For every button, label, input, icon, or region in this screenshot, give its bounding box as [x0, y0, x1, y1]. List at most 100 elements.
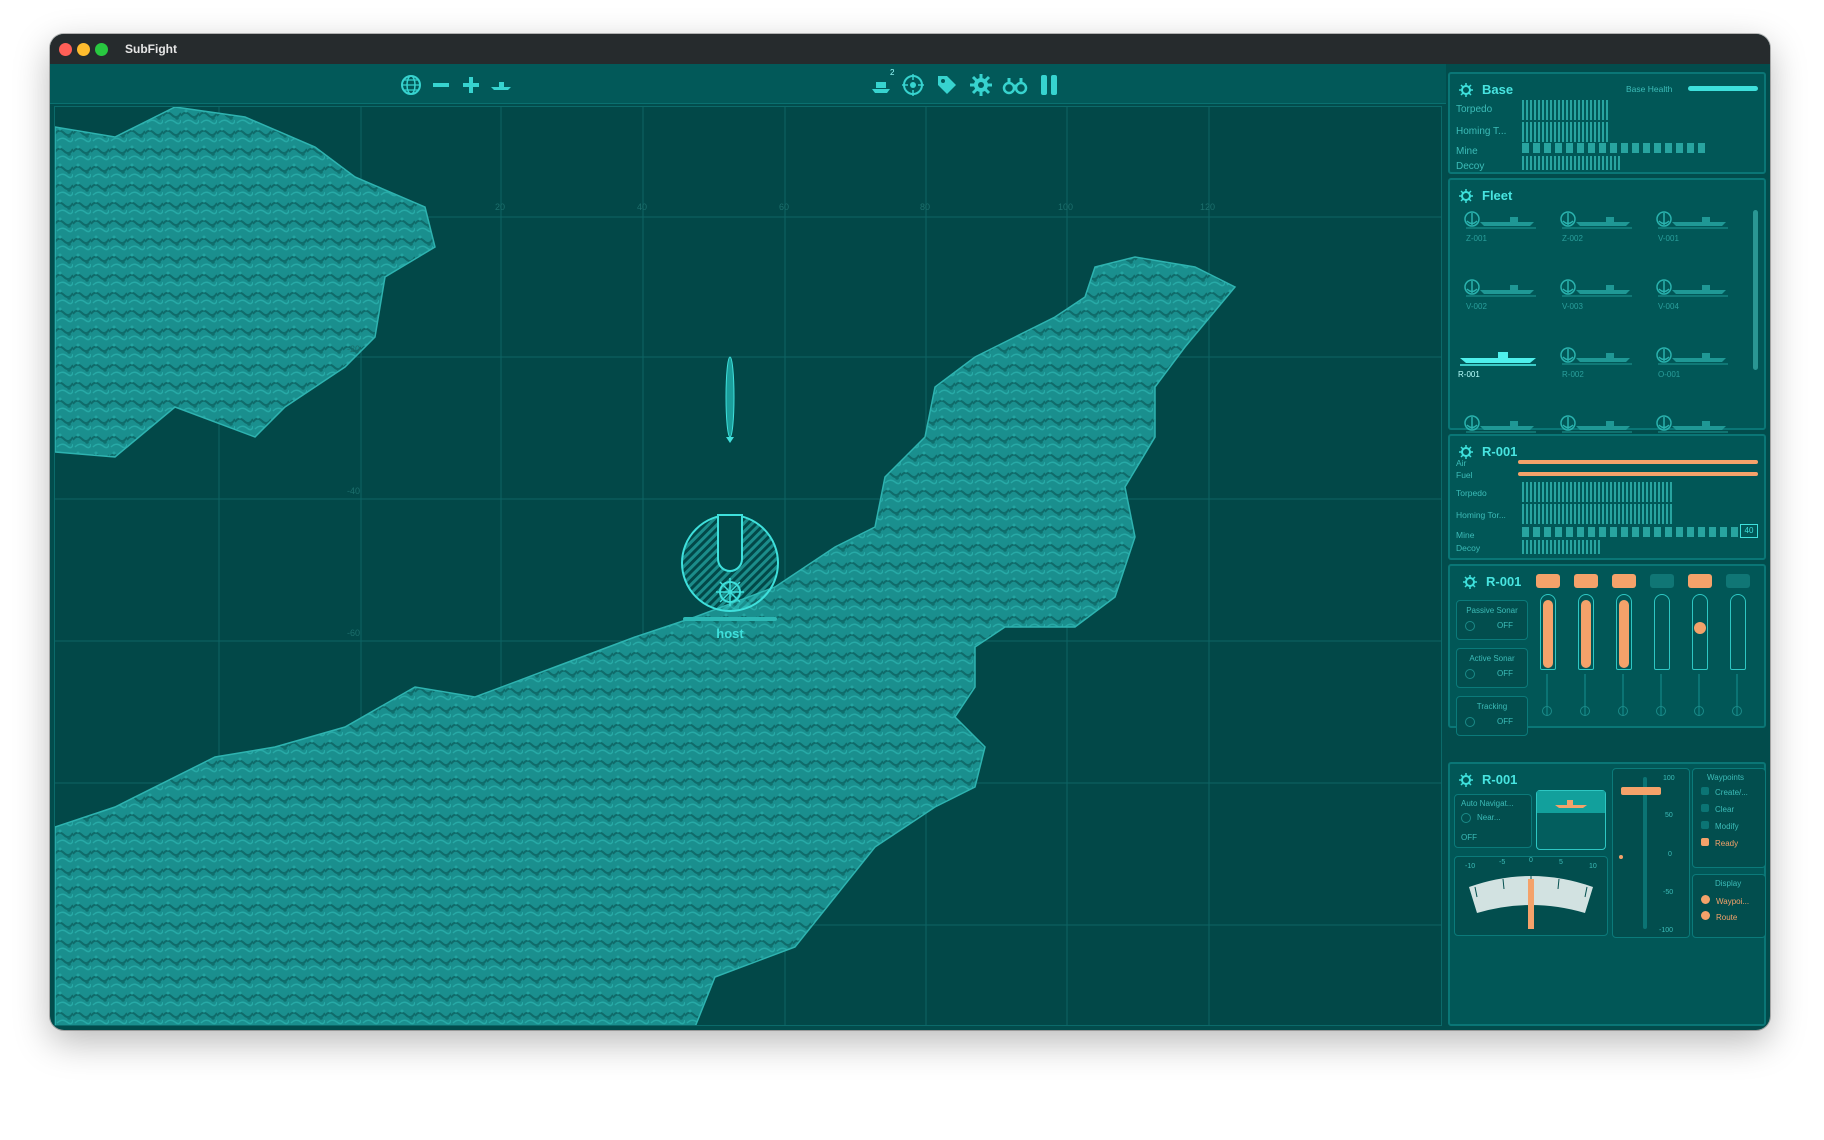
navigation-panel: R-001 Auto Navigat... Near... OFF -10 -5… — [1448, 762, 1766, 1026]
zoom-in-icon[interactable] — [458, 72, 484, 98]
lon-label: 80 — [920, 202, 930, 212]
torpedo-stock — [1522, 482, 1674, 502]
fleet-ship-label: R-002 — [1562, 370, 1584, 379]
row-label: Mine — [1456, 530, 1475, 540]
binoculars-icon[interactable] — [1002, 72, 1028, 98]
lon-label: 20 — [495, 202, 505, 212]
submarine-icon[interactable] — [488, 72, 514, 98]
depth-control[interactable]: 100 50 0 -50 -100 — [1612, 768, 1690, 938]
landmass-northwest — [55, 107, 436, 458]
torpedo-stock — [1522, 100, 1610, 120]
tactical-map[interactable]: 20 40 60 80 100 120 -20 -40 -60 host — [54, 106, 1442, 1026]
fuel-bar — [1518, 472, 1758, 476]
enemy-submarine-marker — [725, 356, 735, 443]
minimize-button[interactable] — [77, 43, 90, 56]
lon-label: 100 — [1058, 202, 1073, 212]
gear-icon[interactable] — [1462, 574, 1478, 590]
terrain-map: 20 40 60 80 100 120 -20 -40 -60 host — [55, 107, 1441, 1025]
row-label: Decoy — [1456, 161, 1485, 172]
torpedo-tube[interactable] — [1724, 574, 1752, 724]
decoy-stock — [1522, 156, 1620, 170]
row-label: Homing Tor... — [1456, 510, 1506, 520]
fleet-ship-label: V-001 — [1658, 234, 1679, 243]
homing-torpedo-stock — [1522, 504, 1674, 524]
launch-icon — [1612, 574, 1636, 588]
mine-count: 40 — [1740, 524, 1758, 538]
passive-sonar-control[interactable]: Passive Sonar OFF — [1456, 600, 1528, 640]
fleet-ship[interactable]: V-001 — [1650, 208, 1732, 258]
fleet-ship[interactable]: V-003 — [1554, 276, 1636, 326]
fleet-scrollbar[interactable] — [1753, 210, 1758, 370]
display-option[interactable]: Route — [1701, 911, 1737, 925]
weapons-panel: R-001 Passive Sonar OFF Active Sonar OFF… — [1448, 564, 1766, 736]
display-option[interactable]: Waypoi... — [1701, 895, 1749, 909]
fleet-ship-label: V-002 — [1466, 302, 1487, 311]
gear-icon[interactable] — [1458, 82, 1474, 98]
waypoints-box: Waypoints Create/... Clear Modify Ready — [1692, 768, 1766, 868]
globe-icon[interactable] — [398, 72, 424, 98]
base-health-label: Base Health — [1626, 84, 1673, 94]
waypoint-option[interactable]: Ready — [1701, 838, 1738, 852]
status-panel: R-001 Air Fuel Torpedo Homing Tor... Min… — [1448, 434, 1766, 560]
fleet-ship[interactable]: O-001 — [1650, 344, 1732, 394]
depth-preview — [1536, 790, 1606, 850]
mine-stock — [1522, 527, 1738, 537]
launch-icon — [1688, 574, 1712, 588]
auto-navigation-control[interactable]: Auto Navigat... Near... OFF — [1454, 794, 1532, 848]
zoom-out-icon[interactable] — [428, 72, 454, 98]
gear-icon[interactable] — [1458, 188, 1474, 204]
row-label: Torpedo — [1456, 104, 1493, 115]
rudder-gauge[interactable]: -10 -5 0 5 10 — [1454, 856, 1608, 936]
row-label: Homing T... — [1456, 126, 1507, 137]
waypoint-option[interactable]: Clear — [1701, 804, 1734, 818]
fleet-ship[interactable]: Z-002 — [1554, 208, 1636, 258]
panel-title: R-001 — [1482, 772, 1518, 787]
row-label: Decoy — [1456, 543, 1481, 553]
fleet-ship[interactable]: V-004 — [1650, 276, 1732, 326]
map-toolbar: 2 — [50, 64, 1446, 104]
waypoint-option[interactable]: Create/... — [1701, 787, 1748, 801]
fleet-ship[interactable]: V-002 — [1458, 276, 1540, 326]
active-sonar-control[interactable]: Active Sonar OFF — [1456, 648, 1528, 688]
decoy-stock — [1522, 540, 1602, 554]
fleet-ship[interactable]: R-001 — [1458, 344, 1540, 394]
homing-torpedo-stock — [1522, 122, 1610, 142]
tag-icon[interactable] — [934, 72, 960, 98]
mine-stock — [1522, 143, 1708, 153]
torpedo-tube[interactable] — [1648, 574, 1676, 724]
fleet-ship-label: V-004 — [1658, 302, 1679, 311]
depth-slider-thumb[interactable] — [1621, 787, 1661, 795]
pause-icon[interactable] — [1036, 72, 1062, 98]
title-bar: SubFight — [50, 34, 1770, 64]
fleet-ship-label: V-003 — [1562, 302, 1583, 311]
torpedo-tube[interactable] — [1572, 574, 1600, 724]
waypoint-option[interactable]: Modify — [1701, 821, 1739, 835]
torpedo-tube[interactable] — [1686, 574, 1714, 724]
lat-label: -60 — [347, 628, 360, 638]
app-window: SubFight 2 20 40 60 80 100 120 -20 -40 -… — [50, 34, 1770, 1030]
panel-title: Base — [1482, 82, 1514, 97]
base-panel: Base Base Health Torpedo Homing T... Min… — [1448, 72, 1766, 174]
gear-icon[interactable] — [968, 72, 994, 98]
lon-label: 60 — [779, 202, 789, 212]
lat-label: -40 — [347, 486, 360, 496]
fleet-panel: Fleet Z-001 Z-002 V-001 V-002 V-003 V-004 R-00… — [1448, 178, 1766, 447]
clear-icon — [1650, 574, 1674, 588]
torpedo-tube[interactable] — [1610, 574, 1638, 724]
fleet-ship[interactable]: Z-001 — [1458, 208, 1540, 258]
fleet-ship-label: Z-002 — [1562, 234, 1583, 243]
ship-count-badge: 2 — [890, 68, 895, 77]
target-icon[interactable] — [900, 72, 926, 98]
air-bar — [1518, 460, 1758, 464]
close-button[interactable] — [59, 43, 72, 56]
zoom-button[interactable] — [95, 43, 108, 56]
row-label: Air — [1456, 458, 1467, 468]
launch-icon — [1574, 574, 1598, 588]
row-label: Fuel — [1456, 470, 1473, 480]
gear-icon[interactable] — [1458, 772, 1474, 788]
clear-icon — [1726, 574, 1750, 588]
fleet-ship[interactable]: R-002 — [1554, 344, 1636, 394]
torpedo-tube[interactable] — [1534, 574, 1562, 724]
tracking-control[interactable]: Tracking OFF — [1456, 696, 1528, 736]
host-label: host — [716, 626, 744, 641]
